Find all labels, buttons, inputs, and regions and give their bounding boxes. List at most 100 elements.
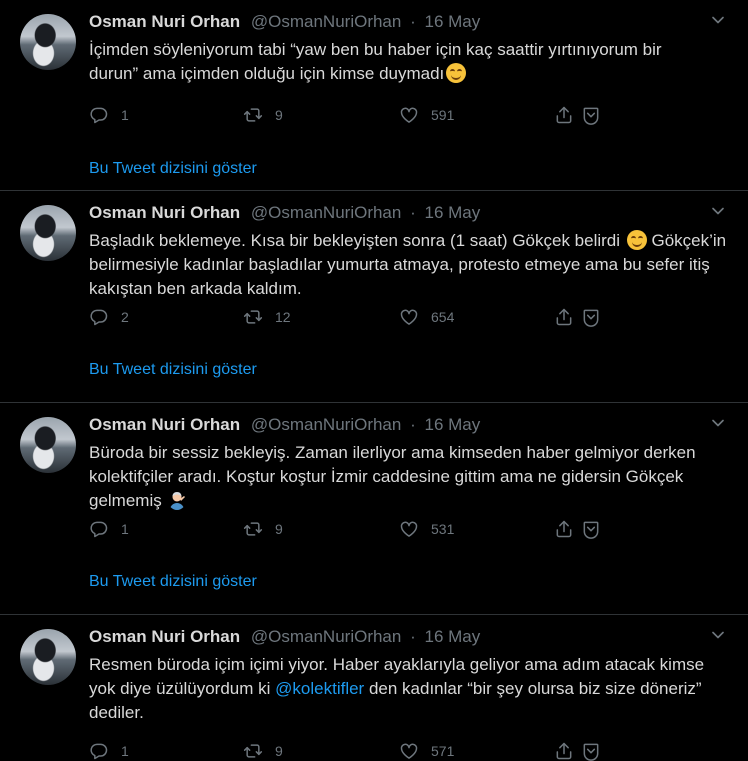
show-thread-link[interactable]: Bu Tweet dizisini göster <box>89 160 257 178</box>
tweet-date[interactable]: 16 May <box>424 627 480 646</box>
reply-count: 1 <box>121 521 129 537</box>
share-button[interactable] <box>554 741 574 761</box>
retweet-button[interactable]: 12 <box>243 307 291 327</box>
tweet-text: Resmen büroda içim içimi yiyor. Haber ay… <box>89 653 729 725</box>
like-button[interactable]: 654 <box>399 307 454 327</box>
tweet-text-line: durun” ama içimden olduğu için kimse duy… <box>89 64 445 83</box>
facepalm-icon <box>170 492 186 510</box>
share-icon <box>554 307 574 327</box>
separator-dot: · <box>410 203 416 222</box>
author-name[interactable]: Osman Nuri Orhan <box>89 627 240 646</box>
author-handle[interactable]: @OsmanNuriOrhan <box>251 627 401 646</box>
heart-icon <box>399 519 419 539</box>
reply-button[interactable]: 1 <box>89 105 129 125</box>
save-icon <box>581 307 601 327</box>
mention-link[interactable]: @kolektifler <box>275 679 364 698</box>
reply-count: 2 <box>121 309 129 325</box>
share-icon <box>554 741 574 761</box>
tweet-text-line: Başladık beklemeye. Kısa bir bekleyişten… <box>89 231 621 250</box>
like-count: 531 <box>431 521 455 537</box>
retweet-icon <box>243 307 263 327</box>
tweet-text-line: dediler. <box>89 703 144 722</box>
save-button[interactable] <box>581 519 601 539</box>
avatar[interactable] <box>20 629 76 685</box>
reply-icon <box>89 741 109 761</box>
tweet-header: Osman Nuri Orhan @OsmanNuriOrhan · 16 Ma… <box>89 12 728 36</box>
author-name[interactable]: Osman Nuri Orhan <box>89 203 240 222</box>
save-icon <box>581 105 601 125</box>
reply-icon <box>89 519 109 539</box>
save-button[interactable] <box>581 105 601 125</box>
tweet-header: Osman Nuri Orhan @OsmanNuriOrhan · 16 Ma… <box>89 203 728 227</box>
save-icon <box>581 519 601 539</box>
like-count: 654 <box>431 309 455 325</box>
chevron-down-icon[interactable] <box>708 413 728 433</box>
heart-icon <box>399 741 419 761</box>
author-handle[interactable]: @OsmanNuriOrhan <box>251 415 401 434</box>
author-name[interactable]: Osman Nuri Orhan <box>89 12 240 31</box>
tweet-text-line: den kadınlar “bir şey olursa biz size dö… <box>368 679 702 698</box>
tweet[interactable]: Osman Nuri Orhan @OsmanNuriOrhan · 16 Ma… <box>0 191 748 403</box>
avatar[interactable] <box>20 14 76 70</box>
show-thread-link[interactable]: Bu Tweet dizisini göster <box>89 361 257 379</box>
separator-dot: · <box>410 12 416 31</box>
reply-button[interactable]: 1 <box>89 741 129 761</box>
retweet-icon <box>243 519 263 539</box>
separator-dot: · <box>410 415 416 434</box>
tweet-date[interactable]: 16 May <box>424 12 480 31</box>
tweet-date[interactable]: 16 May <box>424 203 480 222</box>
show-thread-link[interactable]: Bu Tweet dizisini göster <box>89 573 257 591</box>
retweet-icon <box>243 105 263 125</box>
chevron-down-icon[interactable] <box>708 10 728 30</box>
tweet-text-line: Büroda bir sessiz bekleyiş. Zaman ilerli… <box>89 443 696 462</box>
retweet-count: 12 <box>275 309 291 325</box>
tweet[interactable]: Osman Nuri Orhan @OsmanNuriOrhan · 16 Ma… <box>0 615 748 757</box>
share-icon <box>554 519 574 539</box>
save-button[interactable] <box>581 307 601 327</box>
retweet-button[interactable]: 9 <box>243 105 283 125</box>
tweet[interactable]: Osman Nuri Orhan @OsmanNuriOrhan · 16 Ma… <box>0 0 748 191</box>
retweet-button[interactable]: 9 <box>243 741 283 761</box>
author-handle[interactable]: @OsmanNuriOrhan <box>251 203 401 222</box>
reply-icon <box>89 307 109 327</box>
like-count: 591 <box>431 107 455 123</box>
reply-icon <box>89 105 109 125</box>
reply-button[interactable]: 1 <box>89 519 129 539</box>
like-button[interactable]: 591 <box>399 105 454 125</box>
avatar[interactable] <box>20 417 76 473</box>
author-name[interactable]: Osman Nuri Orhan <box>89 415 240 434</box>
tweet-date[interactable]: 16 May <box>424 415 480 434</box>
reply-count: 1 <box>121 107 129 123</box>
avatar[interactable] <box>20 205 76 261</box>
tweet[interactable]: Osman Nuri Orhan @OsmanNuriOrhan · 16 Ma… <box>0 403 748 615</box>
chevron-down-icon[interactable] <box>708 625 728 645</box>
retweet-count: 9 <box>275 521 283 537</box>
tweet-text-line: kakıştan ben arkada kaldım. <box>89 279 302 298</box>
tweet-text: İçimden söyleniyorum tabi “yaw ben bu ha… <box>89 38 729 86</box>
share-button[interactable] <box>554 105 574 125</box>
smiling-face-icon <box>626 230 647 250</box>
tweet-text-line: yok diye üzülüyordum ki <box>89 679 271 698</box>
tweet-text-line: Gökçek’in <box>651 231 727 250</box>
retweet-button[interactable]: 9 <box>243 519 283 539</box>
retweet-count: 9 <box>275 743 283 759</box>
author-handle[interactable]: @OsmanNuriOrhan <box>251 12 401 31</box>
tweet-text-line: gelmemiş <box>89 491 162 510</box>
save-icon <box>581 741 601 761</box>
like-button[interactable]: 531 <box>399 519 454 539</box>
separator-dot: · <box>410 627 416 646</box>
tweet-text-line: İçimden söyleniyorum tabi “yaw ben bu ha… <box>89 40 662 59</box>
share-button[interactable] <box>554 307 574 327</box>
heart-icon <box>399 307 419 327</box>
share-button[interactable] <box>554 519 574 539</box>
tweet-header: Osman Nuri Orhan @OsmanNuriOrhan · 16 Ma… <box>89 415 728 439</box>
tweet-header: Osman Nuri Orhan @OsmanNuriOrhan · 16 Ma… <box>89 627 728 651</box>
retweet-icon <box>243 741 263 761</box>
share-icon <box>554 105 574 125</box>
tweet-text-line: belirmesiyle kadınlar başladılar yumurta… <box>89 255 710 274</box>
reply-button[interactable]: 2 <box>89 307 129 327</box>
chevron-down-icon[interactable] <box>708 201 728 221</box>
like-button[interactable]: 571 <box>399 741 454 761</box>
retweet-count: 9 <box>275 107 283 123</box>
save-button[interactable] <box>581 741 601 761</box>
